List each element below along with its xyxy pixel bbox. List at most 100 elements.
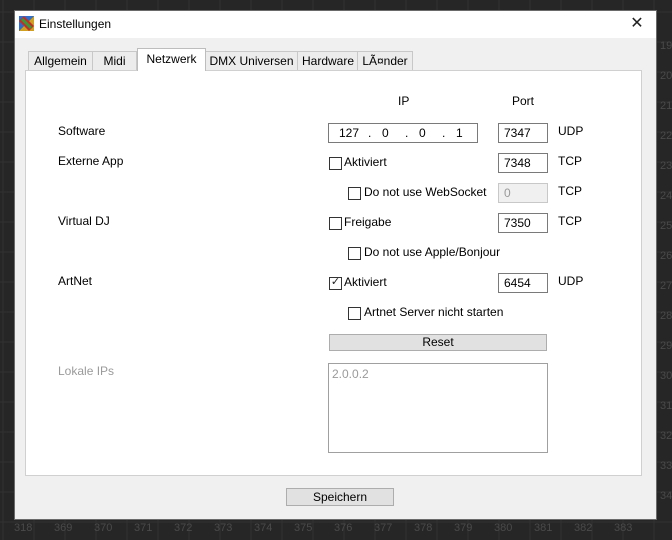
grid-number: 21 [660, 100, 672, 112]
network-panel: IP Port Software 127 . 0 . 0 . 1 7347 UD… [25, 70, 642, 476]
grid-number: 376 [334, 522, 353, 534]
tab-label: Midi [103, 54, 126, 68]
grid-number: 382 [574, 522, 593, 534]
tab-label: Netzwerk [146, 52, 197, 66]
external-app-label: Externe App [58, 154, 124, 168]
tab-netzwerk[interactable]: Netzwerk [137, 48, 206, 71]
virtual-dj-port-input[interactable]: 7350 [498, 213, 548, 233]
grid-number: 27 [660, 280, 672, 292]
external-app-checkbox[interactable] [329, 157, 342, 170]
ip-separator: . [368, 126, 372, 140]
software-ip-field[interactable]: 127 . 0 . 0 . 1 [328, 123, 478, 143]
grid-number: 375 [294, 522, 313, 534]
external-app-port-input[interactable]: 7348 [498, 153, 548, 173]
grid-number: 374 [254, 522, 273, 534]
virtual-dj-label: Virtual DJ [58, 214, 110, 228]
virtual-dj-checkbox[interactable] [329, 217, 342, 230]
checkmark-icon [330, 156, 341, 167]
ip-octet: 127 [339, 126, 360, 140]
software-port-input[interactable]: 7347 [498, 123, 548, 143]
grid-number: 19 [660, 40, 672, 52]
grid-number: 26 [660, 250, 672, 262]
grid-number: 380 [494, 522, 513, 534]
ip-octet: 0 [419, 126, 426, 140]
grid-number: 30 [660, 370, 672, 382]
grid-number: 22 [660, 130, 672, 142]
list-item[interactable]: 2.0.0.2 [332, 367, 369, 381]
websocket-protocol: TCP [558, 184, 582, 198]
artnet-checkbox-label[interactable]: Aktiviert [344, 275, 387, 289]
port-column-header: Port [512, 94, 535, 108]
grid-number: 29 [660, 340, 672, 352]
grid-number: 23 [660, 160, 672, 172]
grid-number: 24 [660, 190, 672, 202]
grid-number: 370 [94, 522, 113, 534]
ip-separator: . [405, 126, 409, 140]
tab-label: Allgemein [34, 54, 87, 68]
software-label: Software [58, 124, 106, 138]
tab-label: DMX Universen [209, 54, 294, 68]
software-protocol: UDP [558, 124, 584, 138]
artnet-label: ArtNet [58, 274, 93, 288]
grid-number: 34 [660, 490, 672, 502]
close-icon: ✕ [630, 15, 644, 32]
local-ips-label: Lokale IPs [58, 364, 115, 378]
virtual-dj-checkbox-label[interactable]: Freigabe [344, 215, 391, 229]
save-button-label: Speichern [312, 490, 368, 504]
grid-number: 20 [660, 70, 672, 82]
ip-column-header: IP [398, 94, 410, 108]
websocket-port-input: 0 [498, 183, 548, 203]
tab-midi[interactable]: Midi [92, 51, 137, 70]
grid-number: 371 [134, 522, 153, 534]
grid-number: 318 [14, 522, 33, 534]
ip-octet: 1 [456, 126, 463, 140]
checkmark-icon [349, 306, 360, 317]
grid-number: 369 [54, 522, 73, 534]
external-app-protocol: TCP [558, 154, 582, 168]
bonjour-checkbox-label[interactable]: Do not use Apple/Bonjour [364, 245, 500, 259]
reset-button-label: Reset [422, 335, 454, 349]
ip-separator: . [442, 126, 446, 140]
checkmark-icon [349, 246, 360, 257]
tab-laender[interactable]: LÃ¤nder [357, 51, 413, 70]
tab-label: LÃ¤nder [362, 54, 408, 68]
tab-hardware[interactable]: Hardware [297, 51, 359, 70]
artnet-checkbox[interactable]: ✓ [329, 276, 342, 290]
grid-number: 377 [374, 522, 393, 534]
virtual-dj-protocol: TCP [558, 214, 582, 228]
artnet-server-checkbox-label[interactable]: Artnet Server nicht starten [364, 305, 503, 319]
app-logo-icon [19, 16, 34, 31]
grid-number: 25 [660, 220, 672, 232]
checkmark-icon: ✓ [330, 276, 341, 288]
reset-button[interactable]: Reset [329, 334, 547, 351]
bonjour-checkbox[interactable] [348, 247, 361, 260]
ip-octet: 0 [382, 126, 389, 140]
artnet-port-input[interactable]: 6454 [498, 273, 548, 293]
grid-number: 372 [174, 522, 193, 534]
websocket-checkbox[interactable] [348, 187, 361, 200]
artnet-server-checkbox[interactable] [348, 307, 361, 320]
checkmark-icon [349, 186, 360, 197]
artnet-protocol: UDP [558, 274, 584, 288]
settings-dialog: Einstellungen ✕ Allgemein Midi Netzwerk … [14, 10, 657, 520]
tab-label: Hardware [301, 54, 355, 68]
grid-number: 379 [454, 522, 473, 534]
grid-number: 378 [414, 522, 433, 534]
window-title: Einstellungen [39, 17, 112, 31]
grid-number: 373 [214, 522, 233, 534]
grid-number: 32 [660, 430, 672, 442]
local-ips-list[interactable]: 2.0.0.2 [328, 363, 548, 453]
external-app-checkbox-label[interactable]: Aktiviert [344, 155, 387, 169]
checkmark-icon [330, 216, 341, 227]
grid-number: 33 [660, 460, 672, 472]
tab-dmx-universen[interactable]: DMX Universen [204, 51, 299, 70]
title-bar: Einstellungen ✕ [15, 11, 656, 38]
grid-number: 381 [534, 522, 553, 534]
tab-allgemein[interactable]: Allgemein [28, 51, 93, 70]
grid-number: 383 [614, 522, 633, 534]
grid-number: 31 [660, 400, 672, 412]
grid-number: 28 [660, 310, 672, 322]
websocket-checkbox-label[interactable]: Do not use WebSocket [364, 185, 487, 199]
close-button[interactable]: ✕ [625, 13, 649, 35]
save-button[interactable]: Speichern [286, 488, 394, 506]
